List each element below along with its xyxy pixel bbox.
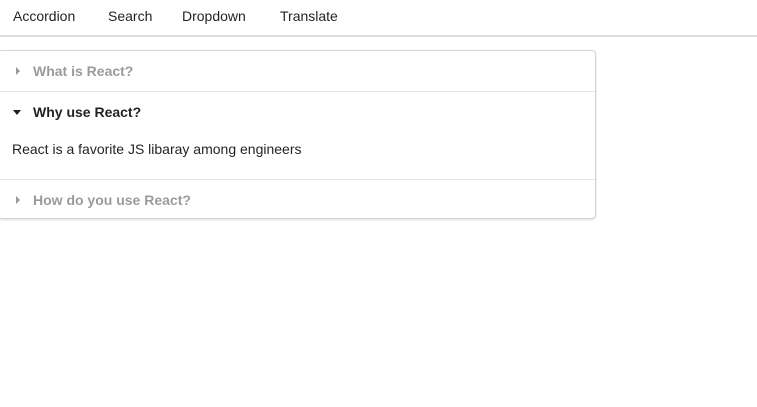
top-menu: Accordion Search Dropdown Translate bbox=[0, 0, 757, 37]
accordion-title-label: What is React? bbox=[33, 63, 134, 79]
accordion-title-label: How do you use React? bbox=[33, 192, 191, 208]
accordion-title-why-use-react[interactable]: Why use React? bbox=[0, 92, 595, 132]
accordion-content: React is a favorite JS libaray among eng… bbox=[12, 141, 302, 157]
menu-item-dropdown[interactable]: Dropdown bbox=[182, 8, 246, 25]
accordion-title-how-do-you-use-react[interactable]: How do you use React? bbox=[0, 180, 595, 220]
accordion-title-what-is-react[interactable]: What is React? bbox=[0, 51, 595, 91]
accordion: What is React? Why use React? React is a… bbox=[0, 50, 596, 219]
caret-right-icon bbox=[16, 196, 20, 204]
menu-item-search[interactable]: Search bbox=[108, 8, 152, 25]
caret-down-icon bbox=[13, 110, 21, 115]
caret-right-icon bbox=[16, 67, 20, 75]
menu-item-accordion[interactable]: Accordion bbox=[13, 8, 75, 25]
accordion-title-label: Why use React? bbox=[33, 104, 142, 120]
menu-item-translate[interactable]: Translate bbox=[280, 8, 338, 25]
